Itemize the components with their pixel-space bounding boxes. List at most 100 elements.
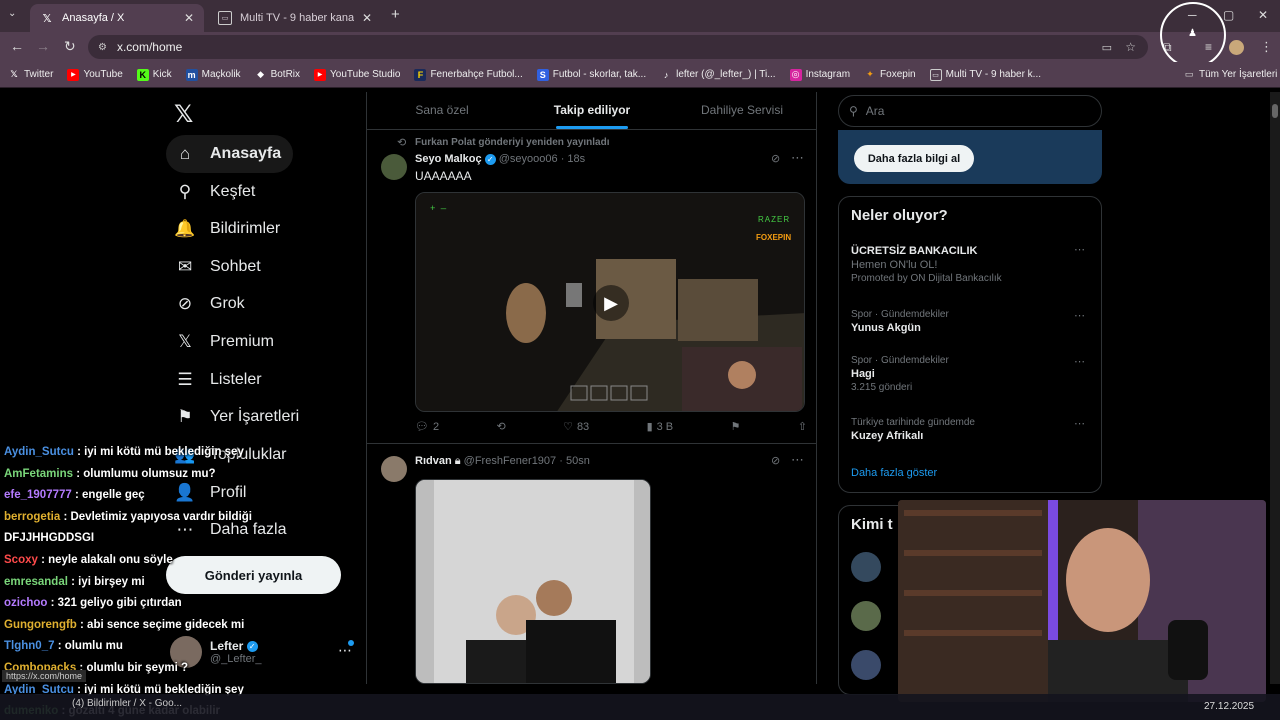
nav-item-sohbet[interactable]: ✉ Sohbet [166, 248, 273, 286]
chat-message: ozichoo : 321 geliyo gibi çıtırdan [4, 593, 364, 615]
show-more-link[interactable]: Daha fazla göster [851, 467, 937, 479]
trends-box: Neler oluyor? ÜCRETSİZ BANKACILIK Hemen … [838, 196, 1102, 493]
tab-search-icon[interactable]: ⌄ [8, 8, 16, 19]
avatar[interactable] [851, 650, 881, 680]
bookmark-instagram[interactable]: ◎ Instagram [789, 68, 850, 81]
star-icon[interactable]: ☆ [1125, 40, 1136, 54]
tweet-handle[interactable]: @seyooo06 [499, 153, 558, 165]
tweet-time[interactable]: 50sn [566, 455, 590, 467]
instagram-icon: ◎ [789, 68, 802, 81]
bookmark-fenerbahce[interactable]: F Fenerbahçe Futbol... [414, 68, 523, 81]
bookmark-mackolik[interactable]: m Maçkolik [185, 68, 241, 81]
mackolik-icon: m [185, 68, 198, 81]
search-input[interactable]: ⚲ Ara [838, 95, 1102, 127]
home-icon: ⌂ [179, 144, 191, 163]
x-logo-icon[interactable]: 𝕏 [174, 100, 193, 129]
retweet-button[interactable]: ⟲ [496, 420, 505, 433]
site-info-icon[interactable]: ⚙ [98, 42, 107, 53]
tiktok-icon: ♪ [663, 69, 669, 80]
avatar[interactable] [851, 552, 881, 582]
bookmark-futbol[interactable]: S Futbol - skorlar, tak... [536, 68, 646, 81]
tweet-author-name[interactable]: Seyo Malkoç [415, 153, 482, 165]
learn-more-button[interactable]: Daha fazla bilgi al [854, 145, 974, 172]
bookmark-label: Fenerbahçe Futbol... [430, 69, 523, 80]
grok-icon[interactable]: ⊘ [771, 152, 780, 165]
more-icon[interactable]: ⋯ [1074, 309, 1085, 322]
nav-item-premium[interactable]: 𝕏 Premium [166, 323, 286, 361]
nav-item-label: Sohbet [210, 258, 261, 275]
views-button[interactable]: ▮ 3 B [647, 420, 674, 434]
nav-item-keşfet[interactable]: ⚲ Keşfet [166, 173, 267, 211]
more-icon[interactable]: ⋯ [791, 452, 804, 468]
play-icon[interactable]: ▶ [593, 285, 629, 321]
reply-count: 2 [432, 420, 440, 433]
chat-username: berrogetia [4, 510, 61, 523]
avatar[interactable] [381, 154, 407, 180]
close-icon[interactable]: ✕ [184, 11, 194, 25]
scrollbar-thumb[interactable] [1272, 104, 1278, 118]
new-tab-icon[interactable]: + [391, 6, 400, 23]
tab-following[interactable]: Takip ediliyor [517, 92, 667, 129]
avatar[interactable] [381, 456, 407, 482]
like-button[interactable]: ♡ 83 [563, 420, 589, 434]
foxepin-icon: ✦ [866, 69, 874, 79]
cast-icon[interactable]: ▭ [1102, 41, 1112, 54]
profile-avatar[interactable] [1229, 40, 1244, 55]
bookmark-foxepin[interactable]: ✦ Foxepin [864, 69, 915, 81]
back-icon[interactable]: ← [10, 38, 24, 54]
tab-multitv[interactable]: ▭ Multi TV - 9 haber kanalını aynı ✕ [208, 4, 382, 32]
bookmark-youtube[interactable]: ▶ YouTube [67, 68, 123, 81]
bookmark-label: Maçkolik [201, 69, 241, 80]
bookmark-twitter[interactable]: 𝕏 Twitter [8, 69, 53, 81]
bookmark-kick[interactable]: K Kick [136, 68, 172, 81]
menu-icon[interactable]: ⋮ [1260, 39, 1273, 55]
tweet-photo[interactable] [415, 479, 651, 684]
nav-item-bildirimler[interactable]: 🔔 Bildirimler [166, 210, 292, 248]
bookmark-botrix[interactable]: ◆ BotRix [255, 69, 300, 81]
bookmark-youtube-studio[interactable]: ▶ YouTube Studio [314, 68, 400, 81]
chat-text: DFJJHHGDDSGI [4, 532, 95, 545]
tweet-video[interactable]: + — RAZER FOXEPIN ▶ [415, 192, 805, 412]
nav-item-grok[interactable]: ⊘ Grok [166, 285, 257, 323]
tweet-handle[interactable]: @FreshFener1907 [464, 455, 557, 467]
chat-username: emresandal [4, 575, 68, 588]
all-bookmarks[interactable]: ▭ Tüm Yer İşaretleri [1183, 69, 1278, 81]
bookmark-button[interactable]: ⚑ [731, 420, 741, 433]
more-icon[interactable]: ⋯ [1074, 417, 1085, 430]
trend-item[interactable]: Türkiye tarihinde gündemde Kuzey Afrikal… [851, 417, 1091, 442]
tab-anasayfa[interactable]: 𝕏 Anasayfa / X ✕ [30, 4, 204, 32]
tab-for-you[interactable]: Sana özel [367, 92, 517, 129]
more-icon[interactable]: ⋯ [1074, 243, 1085, 256]
nav-item-listeler[interactable]: ☰ Listeler [166, 361, 274, 399]
nav-item-anasayfa[interactable]: ⌂ Anasayfa [166, 135, 294, 173]
more-icon[interactable]: ⋯ [1074, 355, 1085, 368]
trend-item[interactable]: Spor · Gündemdekiler Yunus Akgün ⋯ [851, 309, 1091, 334]
bookmark-tiktok[interactable]: ♪ lefter (@_lefter_) | Ti... [660, 69, 776, 81]
forward-icon[interactable]: → [36, 38, 50, 54]
nav-item-label: Listeler [210, 371, 262, 388]
bookmark-multitv[interactable]: ▭ Multi TV - 9 haber k... [929, 68, 1041, 81]
bookmark-label: Tüm Yer İşaretleri [1199, 69, 1278, 80]
maximize-icon[interactable]: ▢ [1223, 8, 1234, 22]
trend-item[interactable]: Spor · Gündemdekiler Hagi 3.215 gönderi … [851, 355, 1091, 393]
taskbar-item[interactable]: (4) Bildirimler / X - Goo... [72, 698, 182, 709]
trend-sub: Hemen ON'lu OL! [851, 259, 938, 271]
tweet-time[interactable]: 18s [567, 153, 585, 165]
close-icon[interactable]: ✕ [362, 11, 372, 25]
page-scrollbar[interactable] [1270, 92, 1280, 684]
trend-item[interactable]: ÜCRETSİZ BANKACILIK Hemen ON'lu OL! Prom… [851, 243, 1091, 284]
reload-icon[interactable]: ↻ [64, 38, 76, 55]
tweet-author-name[interactable]: Rıdvan [415, 455, 452, 467]
bookmark-label: BotRix [270, 69, 301, 80]
grok-icon[interactable]: ⊘ [771, 454, 780, 467]
address-bar[interactable]: ⚙ x.com/home ▭ ☆ [88, 35, 1148, 59]
more-icon[interactable]: ⋯ [791, 150, 804, 166]
tab-dahiliye[interactable]: Dahiliye Servisi [667, 92, 817, 129]
chat-message: berrogetia : Devletimiz yapıyosa vardır … [4, 507, 364, 529]
window-close-icon[interactable]: ✕ [1258, 8, 1268, 22]
nav-item-yer-i-şaretleri[interactable]: ⚑ Yer İşaretleri [166, 398, 311, 436]
share-button[interactable]: ⇧ [798, 420, 807, 433]
avatar[interactable] [851, 601, 881, 631]
reply-button[interactable]: 💬︎ 2 [415, 420, 440, 434]
chat-message: emresandal : iyi birşey mi [4, 572, 364, 594]
